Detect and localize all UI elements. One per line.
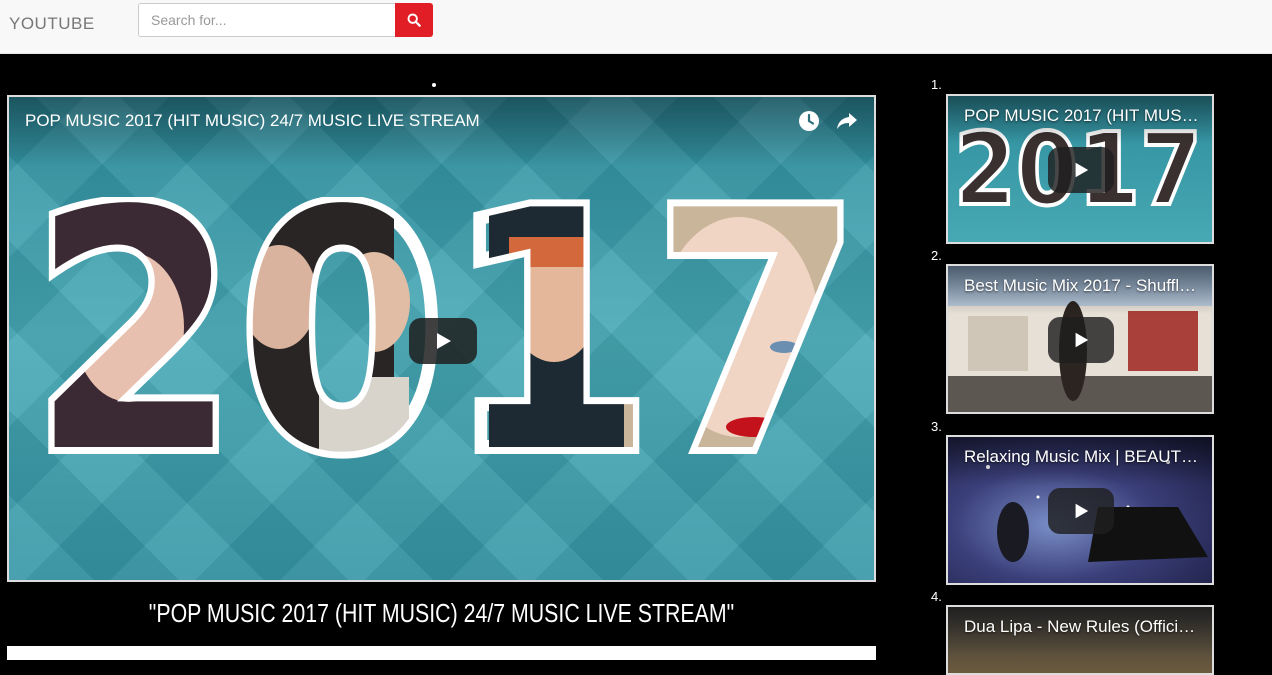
- play-button[interactable]: [1048, 147, 1114, 193]
- share-icon[interactable]: [835, 109, 859, 133]
- playlist-number: 1.: [931, 77, 942, 92]
- playlist-item-title: Dua Lipa - New Rules (Official Music Vid…: [964, 617, 1200, 636]
- playlist-item[interactable]: Best Music Mix 2017 - Shuffle Dance: [946, 264, 1214, 414]
- playlist-item-title: Best Music Mix 2017 - Shuffle Dance: [964, 276, 1200, 295]
- title-overlay: [9, 97, 874, 167]
- top-navbar: YOUTUBE: [0, 0, 1272, 54]
- list-bullet: [432, 83, 436, 87]
- search-form: [138, 3, 433, 37]
- search-button[interactable]: [395, 3, 433, 37]
- play-button[interactable]: [1048, 488, 1114, 534]
- search-input[interactable]: [138, 3, 395, 37]
- clock-icon[interactable]: [797, 109, 821, 133]
- play-icon: [1075, 332, 1089, 348]
- play-icon: [1075, 162, 1089, 178]
- content-panel: [7, 646, 876, 660]
- playlist-number: 3.: [931, 419, 942, 434]
- video-title[interactable]: POP MUSIC 2017 (HIT MUSIC) 24/7 MUSIC LI…: [25, 111, 480, 131]
- playlist-item[interactable]: 2017 POP MUSIC 2017 (HIT MUSIC) 24/7 MUS…: [946, 94, 1214, 244]
- playlist-item[interactable]: Dua Lipa - New Rules (Official Music Vid…: [946, 605, 1214, 675]
- play-icon: [437, 333, 451, 349]
- play-button[interactable]: [409, 318, 477, 364]
- play-button[interactable]: [1048, 317, 1114, 363]
- playlist-item-title: Relaxing Music Mix | BEAUTIFUL PIANO: [964, 447, 1200, 466]
- play-icon: [1075, 503, 1089, 519]
- video-player[interactable]: 2017 2017 POP MUSIC 2017 (HIT MUSIC) 24/…: [7, 95, 876, 582]
- brand-logo[interactable]: YOUTUBE: [9, 14, 95, 34]
- search-icon: [407, 13, 421, 27]
- playlist-item-title: POP MUSIC 2017 (HIT MUSIC) 24/7 MUSIC LI…: [964, 106, 1200, 125]
- video-caption: "POP MUSIC 2017 (HIT MUSIC) 24/7 MUSIC L…: [148, 598, 735, 628]
- playlist-number: 2.: [931, 248, 942, 263]
- playlist-number: 4.: [931, 589, 942, 604]
- playlist-item[interactable]: Relaxing Music Mix | BEAUTIFUL PIANO: [946, 435, 1214, 585]
